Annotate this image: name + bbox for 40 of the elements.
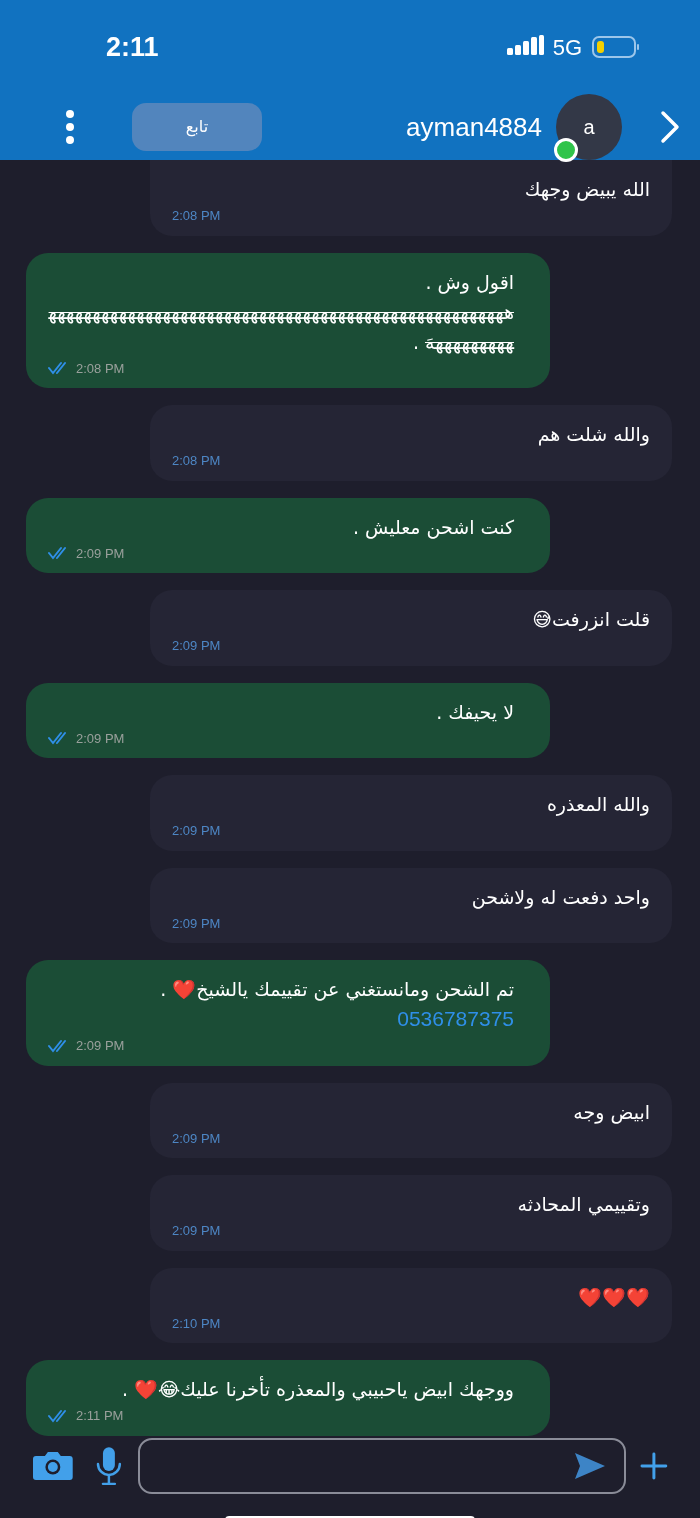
avatar-letter: a (583, 115, 595, 140)
message-time: 2:09 PM (172, 637, 221, 655)
microphone-icon[interactable] (95, 1445, 122, 1486)
message-time: 2:10 PM (172, 1314, 221, 1333)
message-time: 2:09 PM (172, 822, 221, 840)
message-text: والله المعذره (546, 792, 650, 818)
message-text: ووجهك ابيض ياحبيبي والمعذره تأخرنا عليك😂❤ . (121, 1375, 514, 1403)
message-text: تم الشحن ومانستغني عن تقييمك يالشيخ❤ . (160, 977, 514, 1003)
plus-icon[interactable] (640, 1451, 668, 1480)
message-time: 2:09 PM (172, 1222, 221, 1240)
message-time: 2:11 PM (76, 1407, 124, 1425)
send-icon[interactable] (574, 1451, 607, 1480)
message-text: قلت انزرفت😅 (532, 607, 650, 633)
message-text: لا يحيفك . (436, 699, 514, 725)
username: ayman4884 (406, 110, 542, 144)
message-time: 2:09 PM (76, 1037, 125, 1055)
message-text: والله شلت هم (537, 422, 650, 448)
message-text: وتقييمي المحادثه (517, 1192, 650, 1218)
battery-icon (592, 35, 640, 59)
message-text: كنت اشحن معليش . (352, 514, 514, 541)
message-time: 2:09 PM (76, 729, 125, 748)
network-label: 5G (552, 33, 582, 62)
message-input[interactable] (137, 1437, 627, 1494)
message-time: 2:08 PM (172, 452, 221, 470)
message-time: 2:09 PM (172, 914, 221, 933)
phone-link[interactable]: 0536787375 (397, 1004, 514, 1034)
follow-button[interactable]: تابع (132, 103, 262, 151)
message-text: هههههههههههههههههههههههههههههههههههههههههههههههههههههههههههههههَ . (48, 299, 514, 356)
message-time: 2:09 PM (172, 1129, 221, 1148)
camera-icon[interactable] (32, 1449, 74, 1482)
message-time: 2:08 PM (172, 207, 221, 225)
message-text: الله يبيض وجهك (524, 177, 650, 203)
message-time: 2:08 PM (76, 359, 125, 378)
message-text: ابيض وجه (573, 1099, 650, 1126)
message-text: اقول وش . (425, 269, 514, 296)
message-time: 2:09 PM (76, 544, 125, 563)
message-text: ❤❤❤ (578, 1284, 650, 1310)
chevron-right-icon[interactable] (660, 110, 680, 144)
clock-time: 2:11 (106, 30, 159, 64)
message-text: واحد دفعت له ولاشحن (471, 884, 650, 911)
